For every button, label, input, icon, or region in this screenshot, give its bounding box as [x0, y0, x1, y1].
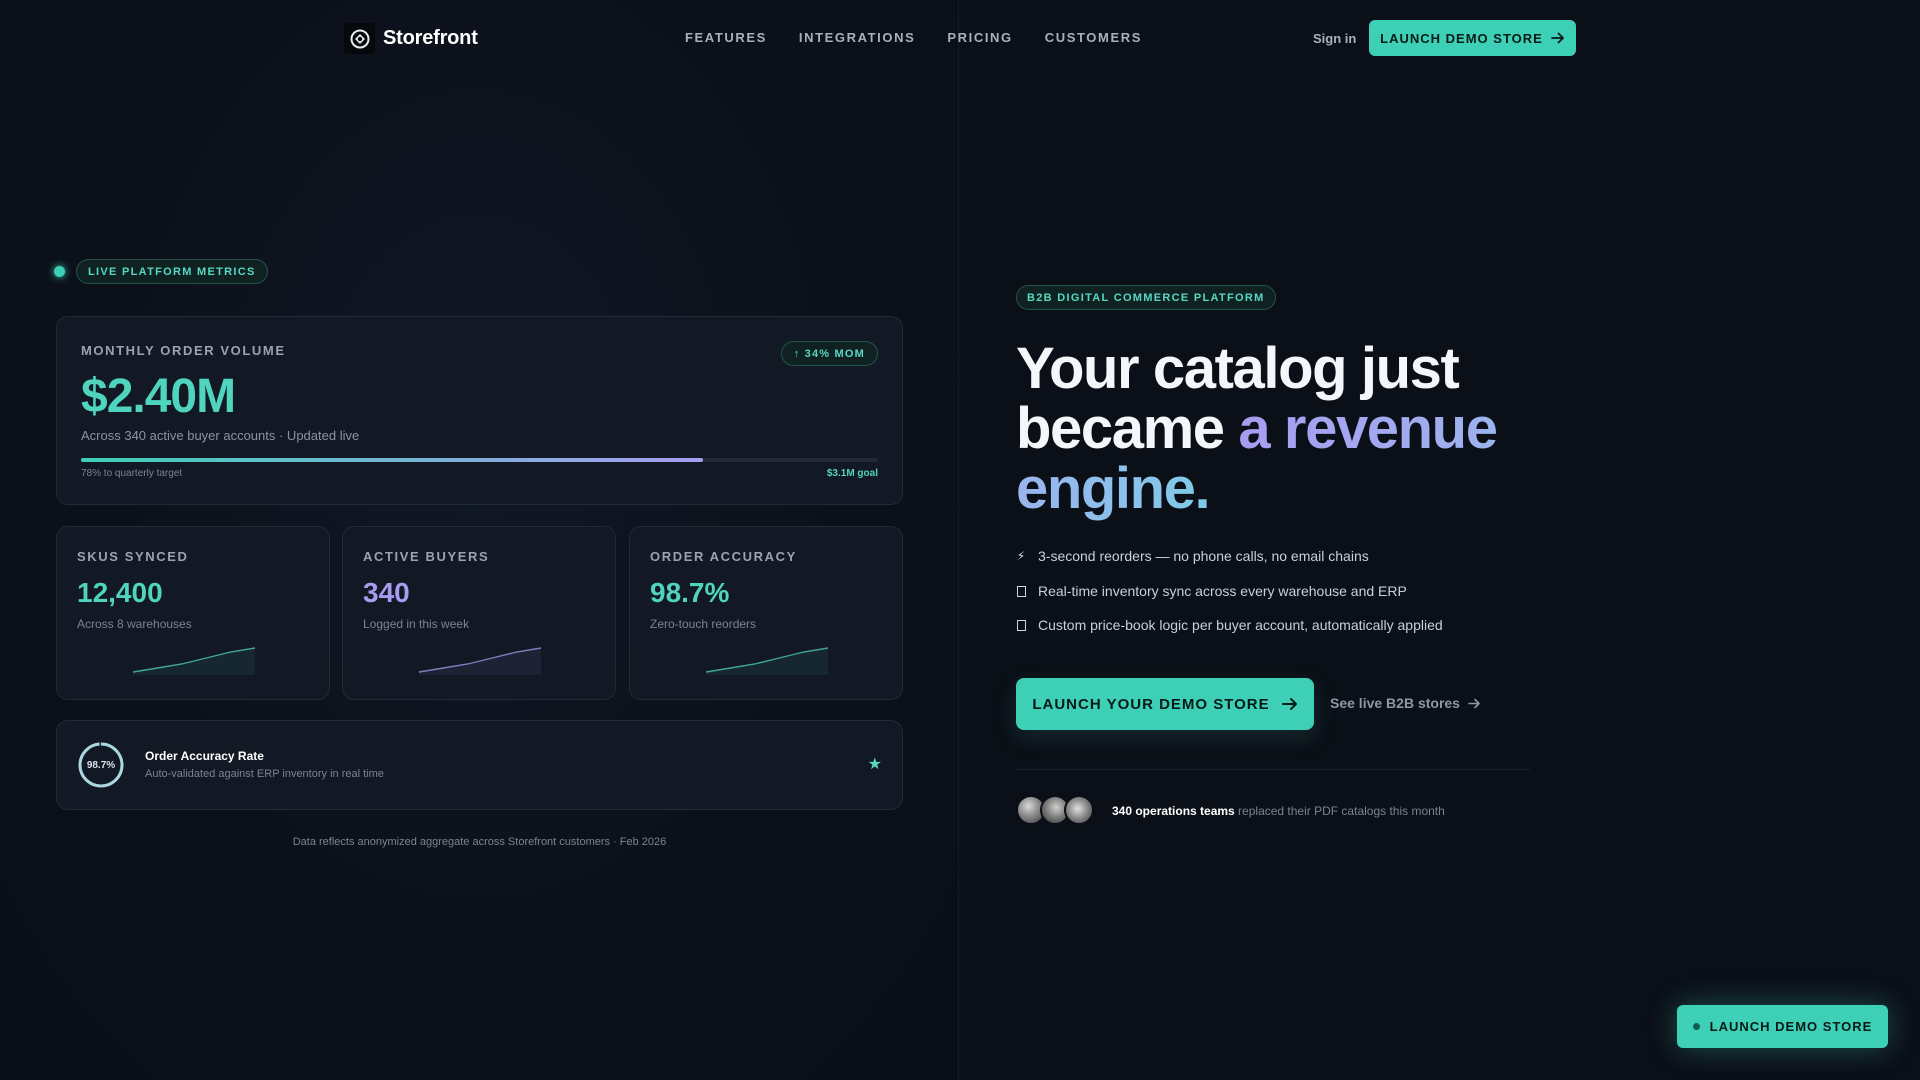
- feature-item: Custom price-book logic per buyer accoun…: [1016, 617, 1443, 633]
- order-volume-value: $2.40M: [81, 370, 236, 423]
- customer-avatars: [1016, 795, 1096, 827]
- stat-card-order-accuracy: ORDER ACCURACY 98.7% Zero-touch reorders: [629, 526, 903, 700]
- feature-text: 3-second reorders — no phone calls, no e…: [1038, 548, 1369, 564]
- social-proof-text: replaced their PDF catalogs this month: [1234, 804, 1445, 818]
- growth-badge: ↑ 34% MOM: [780, 341, 878, 366]
- monthly-order-volume-card: MONTHLY ORDER VOLUME ↑ 34% MOM $2.40M Ac…: [56, 316, 903, 505]
- status-dot-icon: [1692, 1023, 1700, 1030]
- quarterly-progress-bar: [81, 458, 878, 462]
- social-proof-count: 340 operations teams: [1112, 804, 1235, 818]
- card-label: MONTHLY ORDER VOLUME: [81, 343, 286, 358]
- brand-logo[interactable]: Storefront: [344, 23, 478, 54]
- top-nav: Storefront FEATURES INTEGRATIONS PRICING…: [0, 0, 1920, 76]
- stat-card-skus: SKUS SYNCED 12,400 Across 8 warehouses: [56, 526, 330, 700]
- stat-label: ACTIVE BUYERS: [363, 549, 490, 564]
- accuracy-ring-value: 98.7%: [86, 759, 116, 771]
- hero-panel: [960, 0, 1920, 1080]
- live-indicator-dot: [54, 266, 65, 277]
- live-metrics-badge: LIVE PLATFORM METRICS: [76, 259, 268, 284]
- nav-link-pricing[interactable]: PRICING: [947, 30, 1012, 45]
- arrow-right-icon: [1281, 698, 1297, 710]
- social-proof: 340 operations teams replaced their PDF …: [1112, 804, 1445, 818]
- floating-launch-demo-button[interactable]: LAUNCH DEMO STORE: [1677, 1005, 1888, 1048]
- order-volume-subtitle: Across 340 active buyer accounts · Updat…: [81, 428, 360, 443]
- stat-card-active-buyers: ACTIVE BUYERS 340 Logged in this week: [342, 526, 616, 700]
- feature-item: Real-time inventory sync across every wa…: [1016, 583, 1407, 599]
- hero-headline: Your catalog just became a revenue engin…: [1016, 339, 1576, 519]
- nav-cta-label: LAUNCH DEMO STORE: [1380, 30, 1543, 46]
- sign-in-link[interactable]: Sign in: [1313, 31, 1356, 46]
- divider: [1016, 769, 1530, 770]
- stat-subtitle: Logged in this week: [363, 617, 470, 631]
- metrics-footnote: Data reflects anonymized aggregate acros…: [292, 836, 667, 848]
- progress-fill: [81, 458, 703, 462]
- logo-icon: [344, 23, 375, 54]
- avatar: [1064, 795, 1094, 825]
- launch-demo-store-button[interactable]: LAUNCH DEMO STORE: [1369, 20, 1576, 56]
- nav-link-integrations[interactable]: INTEGRATIONS: [799, 30, 915, 45]
- checkbox-icon: [1016, 585, 1026, 597]
- star-icon: ★: [867, 756, 882, 773]
- stat-value: 12,400: [77, 577, 163, 608]
- see-live-stores-link[interactable]: See live B2B stores: [1330, 695, 1481, 711]
- sparkline: [706, 647, 828, 675]
- nav-link-features[interactable]: FEATURES: [685, 30, 767, 45]
- stat-value: 340: [363, 577, 410, 608]
- nav-link-customers[interactable]: CUSTOMERS: [1045, 30, 1142, 45]
- see-link-label: See live B2B stores: [1330, 695, 1460, 711]
- lightning-icon: ⚡: [1016, 549, 1026, 563]
- arrow-right-icon: [1468, 698, 1480, 708]
- accuracy-title: Order Accuracy Rate: [145, 749, 264, 763]
- sparkline: [133, 647, 255, 675]
- feature-item: ⚡ 3-second reorders — no phone calls, no…: [1016, 548, 1369, 564]
- floating-cta-label: LAUNCH DEMO STORE: [1709, 1019, 1873, 1034]
- stat-label: SKUS SYNCED: [77, 549, 189, 564]
- goal-label: $3.1M goal: [826, 468, 878, 479]
- feature-text: Real-time inventory sync across every wa…: [1038, 583, 1407, 599]
- nav-links: FEATURES INTEGRATIONS PRICING CUSTOMERS: [685, 30, 1142, 45]
- sparkline: [419, 647, 541, 675]
- accuracy-subtitle: Auto-validated against ERP inventory in …: [145, 768, 384, 780]
- hero-cta-label: LAUNCH YOUR DEMO STORE: [1032, 695, 1270, 713]
- launch-your-demo-store-button[interactable]: LAUNCH YOUR DEMO STORE: [1016, 678, 1314, 730]
- brand-name: Storefront: [383, 27, 478, 49]
- order-accuracy-rate-card: 98.7% Order Accuracy Rate Auto-validated…: [56, 720, 903, 810]
- checkbox-icon: [1016, 619, 1026, 631]
- platform-badge: B2B DIGITAL COMMERCE PLATFORM: [1016, 285, 1276, 310]
- progress-label: 78% to quarterly target: [81, 468, 183, 479]
- stat-value: 98.7%: [650, 577, 730, 608]
- feature-text: Custom price-book logic per buyer accoun…: [1038, 617, 1443, 633]
- stat-label: ORDER ACCURACY: [650, 549, 797, 564]
- stat-subtitle: Zero-touch reorders: [650, 617, 757, 631]
- arrow-right-icon: [1550, 32, 1564, 44]
- stat-subtitle: Across 8 warehouses: [77, 617, 192, 631]
